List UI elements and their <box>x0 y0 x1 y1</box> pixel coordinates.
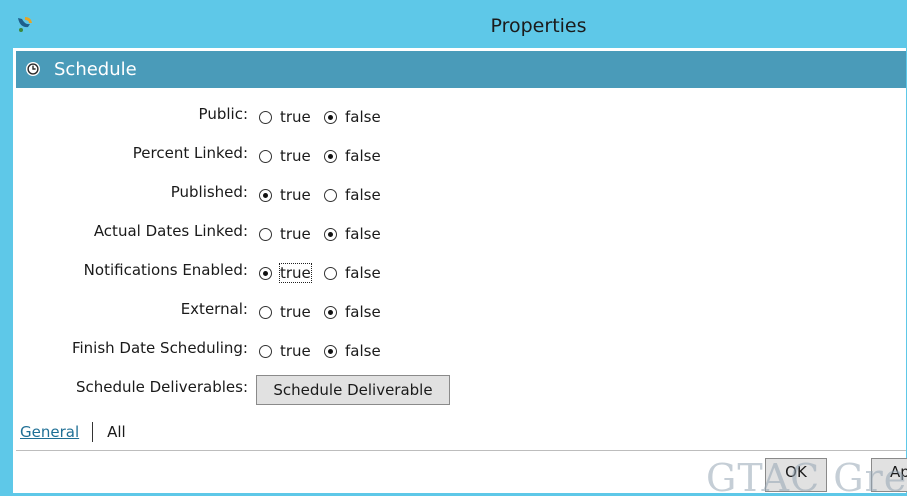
property-row-finish-date-scheduling: Finish Date Scheduling: true false <box>13 339 906 361</box>
property-row-percent-linked: Percent Linked: true false <box>13 144 906 166</box>
radio-option-true[interactable]: true <box>259 146 311 166</box>
property-row-external: External: true false <box>13 300 906 322</box>
property-label: Percent Linked: <box>132 144 248 162</box>
watermark: GTAC Grea <box>706 456 907 500</box>
radio-label[interactable]: false <box>345 186 381 204</box>
radio-button[interactable] <box>324 305 337 319</box>
title-bar: Properties <box>0 0 907 48</box>
radio-label[interactable]: true <box>279 263 312 283</box>
radio-label[interactable]: false <box>345 342 381 360</box>
property-label: Notifications Enabled: <box>83 261 248 279</box>
view-tabs: General All <box>20 422 126 442</box>
radio-option-true[interactable]: true <box>259 302 311 322</box>
schedule-deliverable-button[interactable]: Schedule Deliverable <box>256 375 450 405</box>
radio-button[interactable] <box>259 110 272 124</box>
radio-button[interactable] <box>259 305 272 319</box>
radio-button[interactable] <box>324 266 337 280</box>
radio-button[interactable] <box>259 227 272 241</box>
property-row-actual-dates-linked: Actual Dates Linked: true false <box>13 222 906 244</box>
property-row-published: Published: true false <box>13 183 906 205</box>
section-title: Schedule <box>54 59 137 80</box>
section-header[interactable]: Schedule <box>16 51 906 88</box>
radio-option-false[interactable]: false <box>324 107 381 127</box>
radio-option-false[interactable]: false <box>324 341 381 361</box>
radio-button[interactable] <box>259 149 272 163</box>
radio-option-false[interactable]: false <box>324 302 381 322</box>
radio-option-true[interactable]: true <box>259 224 311 244</box>
property-row-schedule-deliverables: Schedule Deliverables: <box>13 378 906 400</box>
radio-option-false[interactable]: false <box>324 224 381 244</box>
dialog-content: Schedule Public: true false Percent Link… <box>13 48 907 493</box>
property-label: Schedule Deliverables: <box>75 378 248 396</box>
radio-label[interactable]: true <box>280 303 311 321</box>
radio-option-false[interactable]: false <box>324 146 381 166</box>
tab-general[interactable]: General <box>20 423 79 441</box>
radio-label[interactable]: true <box>280 147 311 165</box>
radio-button[interactable] <box>259 188 272 202</box>
property-label: Finish Date Scheduling: <box>71 339 248 357</box>
property-label: Published: <box>170 183 248 201</box>
radio-label[interactable]: false <box>345 264 381 282</box>
tab-all[interactable]: All <box>107 423 126 441</box>
radio-option-true[interactable]: true <box>259 107 311 127</box>
property-row-notifications-enabled: Notifications Enabled: true false <box>13 261 906 283</box>
radio-button[interactable] <box>259 344 272 358</box>
radio-option-true[interactable]: true <box>259 263 312 283</box>
radio-option-false[interactable]: false <box>324 185 381 205</box>
radio-option-true[interactable]: true <box>259 185 311 205</box>
radio-button[interactable] <box>259 266 272 280</box>
radio-button[interactable] <box>324 344 337 358</box>
property-label: External: <box>180 300 248 318</box>
radio-label[interactable]: false <box>345 225 381 243</box>
radio-button[interactable] <box>324 149 337 163</box>
radio-button[interactable] <box>324 110 337 124</box>
footer-divider <box>16 450 906 451</box>
radio-button[interactable] <box>324 227 337 241</box>
radio-label[interactable]: false <box>345 108 381 126</box>
properties-window: Properties Schedule Public: true false P… <box>0 0 907 500</box>
radio-option-false[interactable]: false <box>324 263 381 283</box>
radio-label[interactable]: false <box>345 147 381 165</box>
property-row-public: Public: true false <box>13 105 906 127</box>
clock-icon <box>25 61 41 77</box>
property-label: Actual Dates Linked: <box>93 222 248 240</box>
radio-label[interactable]: false <box>345 303 381 321</box>
radio-button[interactable] <box>324 188 337 202</box>
property-label: Public: <box>198 105 248 123</box>
window-title: Properties <box>490 15 587 37</box>
radio-label[interactable]: true <box>280 108 311 126</box>
radio-option-true[interactable]: true <box>259 341 311 361</box>
radio-label[interactable]: true <box>280 342 311 360</box>
radio-label[interactable]: true <box>280 225 311 243</box>
tab-separator <box>92 422 94 442</box>
radio-label[interactable]: true <box>280 186 311 204</box>
